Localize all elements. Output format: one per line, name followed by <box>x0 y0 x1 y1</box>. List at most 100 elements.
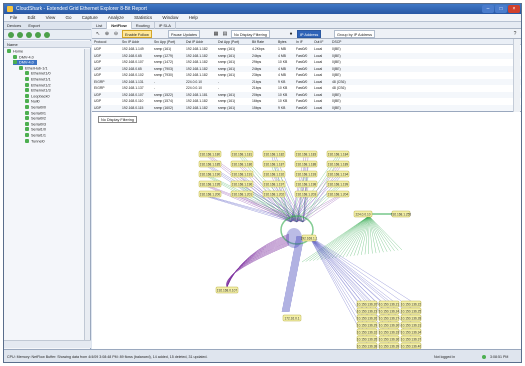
graph-node[interactable]: 192.168.1.185 <box>198 160 222 168</box>
graph-node[interactable]: 192.168.1.188 <box>294 160 318 168</box>
node-label[interactable]: 192.168.1.188 <box>296 162 317 166</box>
node-label[interactable]: 192.168.1.199 <box>328 182 349 186</box>
pointer-icon[interactable]: ↖ <box>95 31 101 37</box>
graph-node[interactable]: 10.150.136.34 <box>400 328 422 336</box>
node-label[interactable]: 10.150.136.27 <box>379 316 400 320</box>
node-label[interactable]: 10.150.136.30 <box>379 323 400 327</box>
zoom-in-icon[interactable]: ⊕ <box>104 31 110 37</box>
node-label[interactable]: 10.150.136.31 <box>401 323 422 327</box>
node-label[interactable]: 192.168.1.255 <box>391 212 412 216</box>
node-label[interactable]: 192.168.1.195 <box>200 182 221 186</box>
node-label[interactable]: 192.168.1.187 <box>264 162 285 166</box>
column-header[interactable]: Src IP Addr <box>122 39 139 45</box>
node-label[interactable]: 10.150.136.32 <box>357 330 378 334</box>
node-label[interactable]: 192.168.1.180 <box>200 152 221 156</box>
menu-help[interactable]: Help <box>189 15 198 20</box>
node-label[interactable]: 10.150.136.36 <box>379 337 400 341</box>
graph-node[interactable]: 192.168.1.183 <box>294 150 318 158</box>
tree-item[interactable]: EtherHub-1/1 <box>19 65 48 71</box>
graph-node[interactable]: 192.168.1.197 <box>262 180 286 188</box>
tree-item[interactable]: Serial0/2 <box>25 116 46 121</box>
tree-scrollbar[interactable] <box>84 49 90 347</box>
graph-node[interactable]: 192.168.1.200 <box>198 190 222 198</box>
graph-node[interactable]: 192.168.1.196 <box>230 180 254 188</box>
node-label[interactable]: 192.168.1.1 <box>301 236 318 240</box>
graph-node[interactable]: 192.168.0.107 <box>215 286 239 294</box>
node-label[interactable]: 10.150.136.39 <box>379 344 400 348</box>
filter-icon[interactable]: ▦ <box>213 31 219 37</box>
node-label[interactable]: 192.168.1.196 <box>232 182 253 186</box>
table-scrollbar[interactable] <box>513 39 520 112</box>
node-label[interactable]: 10.150.136.35 <box>357 337 378 341</box>
tab-ip-sla[interactable]: IP SLA <box>155 22 176 29</box>
node-label[interactable]: 10.150.136.29 <box>357 323 378 327</box>
record-icon[interactable]: ● <box>288 31 294 37</box>
node-label[interactable]: 172.16.0.1 <box>284 316 299 320</box>
table-row[interactable]: UDP 192.168.0.107 snmp (1522) 192.168.1.181… <box>92 91 521 98</box>
menu-file[interactable]: File <box>10 15 17 20</box>
tree-item[interactable]: Serial1/1 <box>25 133 46 138</box>
tab-devices[interactable]: Devices <box>7 23 21 28</box>
node-label[interactable]: 192.168.1.191 <box>232 172 253 176</box>
settings-icon[interactable] <box>44 32 50 38</box>
graph-node[interactable]: 192.168.1.181 <box>230 150 254 158</box>
node-label[interactable]: 192.168.1.200 <box>200 192 221 196</box>
menu-go[interactable]: Go <box>66 15 72 20</box>
graph-node[interactable]: 192.168.1.198 <box>294 180 318 188</box>
graph-node[interactable]: 192.168.1.201 <box>230 190 254 198</box>
column-header[interactable]: Dst App (Port) <box>218 39 239 45</box>
node-label[interactable]: 192.168.1.183 <box>296 152 317 156</box>
node-label[interactable]: 10.150.136.34 <box>401 330 422 334</box>
graph-node[interactable]: 192.168.1.180 <box>198 150 222 158</box>
tab-netflow[interactable]: NetFlow <box>107 22 132 29</box>
column-header[interactable]: Bytes <box>278 39 286 45</box>
menu-statistics[interactable]: Statistics <box>134 15 152 20</box>
refresh-icon[interactable] <box>17 32 23 38</box>
display-filter-dropdown[interactable]: No Display Filtering <box>231 30 270 38</box>
table-row[interactable]: UDP 192.168.0.107 snmp (1472) 192.168.1.182… <box>92 59 521 65</box>
node-label[interactable]: 192.168.1.201 <box>232 192 253 196</box>
tab-routing[interactable]: Routing <box>132 22 155 29</box>
tree-item[interactable]: Ethernet1/2 <box>25 82 51 88</box>
graph-node[interactable]: 192.168.1.189 <box>326 160 350 168</box>
enable-follow-button[interactable]: Enable Follow <box>122 30 152 38</box>
close-button[interactable]: × <box>508 5 520 13</box>
node-label[interactable]: 10.150.136.23 <box>357 309 378 313</box>
node-label[interactable]: 10.150.136.33 <box>379 330 400 334</box>
tree-item[interactable]: DMV-4.0 <box>13 60 37 66</box>
tab-list[interactable]: List <box>92 22 108 29</box>
node-label[interactable]: 10.150.136.40 <box>401 344 422 348</box>
graph-node[interactable]: 192.168.1.199 <box>326 180 350 188</box>
table-row[interactable]: EIGRP 192.168.1.137 - 224.0.0.10 - 21bps 10 KB… <box>92 85 521 91</box>
group-by-dropdown[interactable]: Group by IP Address <box>334 30 375 38</box>
column-header[interactable]: Out IF <box>314 39 323 45</box>
flow-graph-canvas[interactable]: 192.168.1.180 192.168.1.181 192.168.1.182 1… <box>92 112 521 350</box>
tree-item[interactable]: Loopback0 <box>25 93 50 99</box>
graph-node[interactable]: 10.150.136.24 <box>378 307 400 315</box>
column-header[interactable]: Protocol <box>94 39 106 45</box>
node-label[interactable]: 192.168.1.190 <box>200 172 221 176</box>
tab-export[interactable]: Export <box>28 23 40 28</box>
node-label[interactable]: 10.150.136.24 <box>379 309 400 313</box>
graph-node[interactable]: 192.168.1.190 <box>198 170 222 178</box>
table-row[interactable]: UDP 192.168.0.115 snmp (1602) 192.168.1.182… <box>92 104 521 111</box>
table-row[interactable]: UDP 192.168.0.102 snmp (7930) 192.168.1.182… <box>92 72 521 78</box>
column-header[interactable]: DSCP <box>332 39 341 45</box>
graph-node[interactable]: 192.168.1.192 <box>262 170 286 178</box>
poll-icon[interactable] <box>35 32 41 38</box>
graph-node[interactable]: 10.150.136.33 <box>378 328 400 336</box>
graph-node[interactable]: 10.150.136.23 <box>356 307 378 315</box>
menu-window[interactable]: Window <box>162 15 178 20</box>
maximize-button[interactable]: □ <box>495 5 507 13</box>
node-label[interactable]: 10.150.136.28 <box>401 316 422 320</box>
graph-node[interactable]: 192.168.1.184 <box>326 150 350 158</box>
menu-analyze[interactable]: Analyze <box>108 15 124 20</box>
help-icon[interactable]: ? <box>512 31 518 37</box>
node-label[interactable]: 10.150.136.26 <box>357 316 378 320</box>
graph-node[interactable]: 10.150.136.28 <box>400 314 422 322</box>
tree-item[interactable]: Tunnel0 <box>25 138 45 144</box>
zoom-out-icon[interactable]: ⊖ <box>113 31 119 37</box>
graph-node[interactable]: 192.168.1.1 <box>301 234 318 242</box>
graph-node[interactable]: 192.168.1.202 <box>262 190 286 198</box>
node-label[interactable]: 192.168.0.107 <box>217 288 238 292</box>
